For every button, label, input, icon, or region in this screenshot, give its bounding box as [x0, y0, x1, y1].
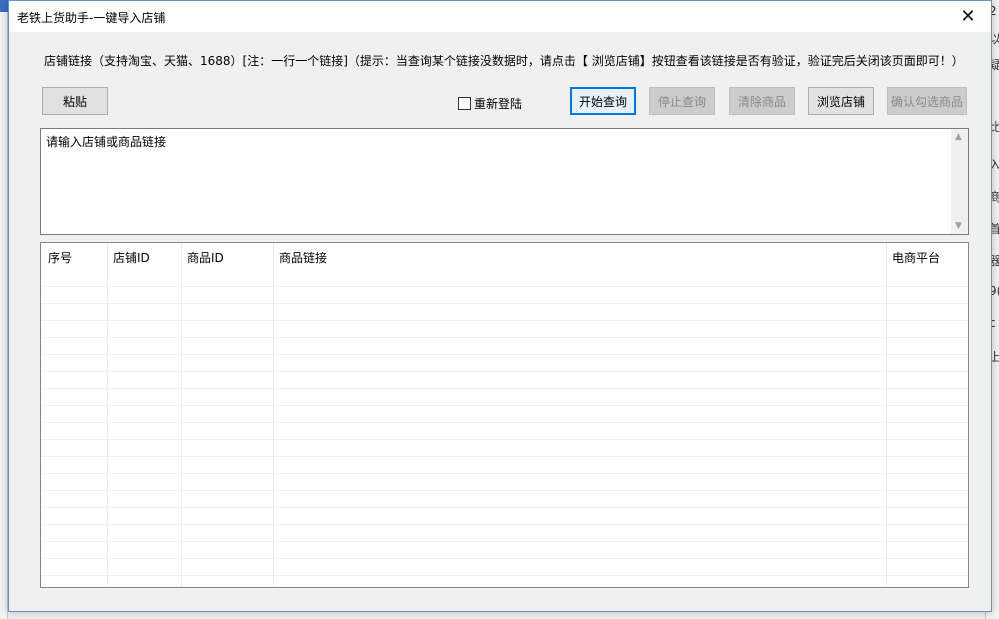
- background-left-panel: [0, 0, 8, 619]
- start-query-button[interactable]: 开始查询: [570, 87, 636, 115]
- column-divider: [886, 243, 887, 587]
- table-row: [41, 507, 968, 508]
- close-icon: ✕: [960, 6, 976, 27]
- table-row: [41, 320, 968, 321]
- title-bar[interactable]: 老铁上货助手-一键导入店铺 ✕: [9, 1, 991, 32]
- table-row: [41, 524, 968, 525]
- table-row: [41, 337, 968, 338]
- scroll-down-icon[interactable]: ▼: [955, 221, 962, 231]
- table-row: [41, 303, 968, 304]
- table-row: [41, 405, 968, 406]
- column-divider: [181, 243, 182, 587]
- input-placeholder: 请输入店铺或商品链接: [46, 135, 167, 149]
- table-row: [41, 354, 968, 355]
- relogin-checkbox[interactable]: [458, 97, 471, 110]
- relogin-checkbox-group[interactable]: 重新登陆: [458, 95, 522, 112]
- table-row: [41, 371, 968, 372]
- column-divider: [273, 243, 274, 587]
- paste-button[interactable]: 粘贴: [42, 87, 108, 115]
- product-table[interactable]: 序号 店铺ID 商品ID 商品链接 电商平台: [40, 242, 969, 588]
- table-row: [41, 575, 968, 576]
- table-row: [41, 456, 968, 457]
- import-shop-dialog: 老铁上货助手-一键导入店铺 ✕ 店铺链接（支持淘宝、天猫、1688）[注：一行一…: [8, 0, 992, 612]
- table-row: [41, 473, 968, 474]
- shop-link-hint: 店铺链接（支持淘宝、天猫、1688）[注：一行一个链接]（提示：当查询某个链接没…: [44, 54, 964, 68]
- background-selection-marker: [0, 0, 8, 12]
- column-header-product-link[interactable]: 商品链接: [279, 249, 327, 266]
- clear-products-button[interactable]: 清除商品: [729, 87, 795, 115]
- window-title: 老铁上货助手-一键导入店铺: [17, 11, 166, 25]
- close-button[interactable]: ✕: [945, 1, 991, 32]
- table-row: [41, 490, 968, 491]
- input-scrollbar[interactable]: ▲ ▼: [951, 129, 968, 234]
- table-row: [41, 541, 968, 542]
- column-divider: [107, 243, 108, 587]
- shop-link-input[interactable]: 请输入店铺或商品链接 ▲ ▼: [40, 128, 969, 235]
- column-header-shop-id[interactable]: 店铺ID: [113, 249, 150, 266]
- column-header-index[interactable]: 序号: [48, 249, 72, 266]
- table-row: [41, 422, 968, 423]
- stop-query-button[interactable]: 停止查询: [649, 87, 715, 115]
- table-row: [41, 558, 968, 559]
- column-header-platform[interactable]: 电商平台: [892, 249, 940, 266]
- table-row: [41, 388, 968, 389]
- browse-shop-button[interactable]: 浏览店铺: [808, 87, 874, 115]
- table-row: [41, 286, 968, 287]
- relogin-label[interactable]: 重新登陆: [474, 95, 522, 112]
- confirm-selected-button[interactable]: 确认勾选商品: [887, 87, 967, 115]
- column-header-product-id[interactable]: 商品ID: [187, 249, 224, 266]
- table-row: [41, 439, 968, 440]
- scroll-up-icon[interactable]: ▲: [955, 132, 962, 142]
